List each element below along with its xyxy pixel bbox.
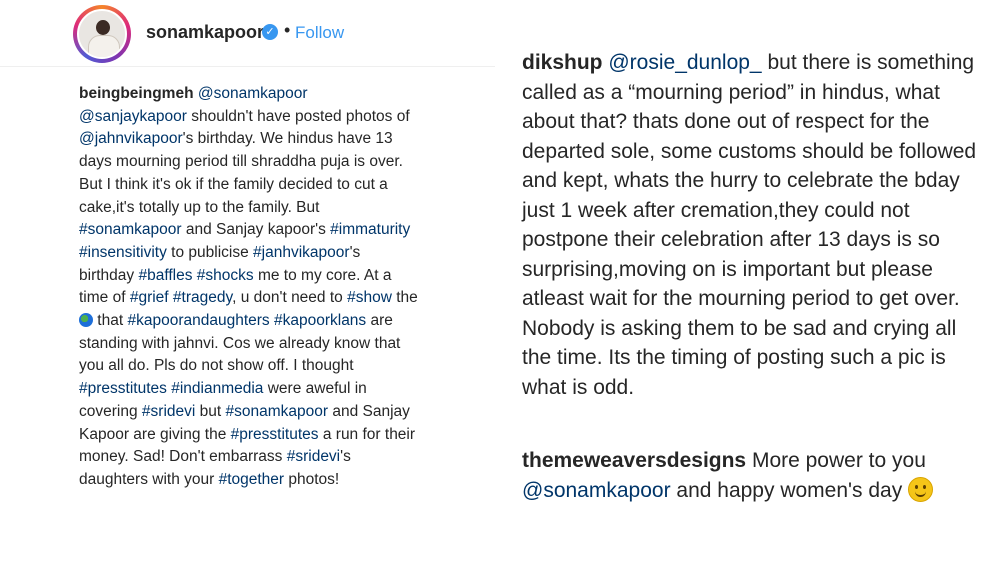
comment-username[interactable]: themeweaversdesigns [522,449,746,472]
mention-link[interactable]: @sanjaykapoor [79,108,187,125]
comment-text-segment: but there is something called as a “mour… [522,51,977,399]
comment-text-segment: , u don't need to [232,289,348,307]
hashtag-link[interactable]: #sridevi [287,448,340,465]
hashtag-link[interactable]: #baffles [138,267,192,284]
comment-text-segment: and happy women's day [670,478,909,502]
comment-dikshup: dikshup @rosie_dunlop_ but there is some… [522,48,987,402]
verified-badge-icon: ✓ [262,24,278,40]
hashtag-link[interactable]: #presstitutes [79,380,167,397]
separator-dot: • [284,20,291,40]
hashtag-link[interactable]: #show [347,289,392,306]
hashtag-link[interactable]: #presstitutes [231,426,319,443]
post-header: sonamkapoor ✓ • Follow [0,0,495,67]
comment-text: @sonamkapoor @sanjaykapoor shouldn't hav… [79,85,418,488]
panel-divider [500,0,503,565]
hashtag-link[interactable]: #sonamkapoor [79,221,182,238]
hashtag-link[interactable]: #immaturity [330,221,410,238]
hashtag-link[interactable]: #kapoorandaughters [127,312,269,329]
mention-link[interactable]: @rosie_dunlop_ [608,51,761,74]
mention-link[interactable]: @sonamkapoor [198,85,308,102]
globe-emoji-icon [79,313,93,328]
hashtag-link[interactable]: #janhvikapoor [253,244,350,261]
hashtag-link[interactable]: #tragedy [173,289,232,306]
hashtag-link[interactable]: #shocks [197,267,254,284]
avatar[interactable] [73,5,131,63]
hashtag-link[interactable]: #kapoorklans [274,312,366,329]
hashtag-link[interactable]: #indianmedia [171,380,263,397]
avatar-head [96,20,110,35]
hashtag-link[interactable]: #insensitivity [79,244,167,261]
comment-text-segment: to publicise [166,243,254,261]
comment-text-segment: but [195,402,226,420]
comment-beingbeingmeh: beingbeingmeh @sonamkapoor @sanjaykapoor… [79,83,419,492]
post-username[interactable]: sonamkapoor [146,22,264,43]
mention-link[interactable]: @jahnvikapoor [79,130,183,147]
hashtag-link[interactable]: #sonamkapoor [226,403,329,420]
right-panel: dikshup @rosie_dunlop_ but there is some… [505,0,1000,565]
follow-button[interactable]: Follow [295,23,344,43]
smiling-face-emoji-icon [908,476,934,502]
comment-text-segment: that [93,312,128,330]
avatar-body [88,35,120,57]
comment-text-segment: shouldn't have posted photos of [186,107,410,125]
comment-text-segment: the [391,289,418,307]
comment-text-segment: photos! [284,470,340,488]
comment-text: @rosie_dunlop_ but there is something ca… [522,51,976,399]
hashtag-link[interactable]: #grief [130,289,169,306]
avatar-image [77,9,127,59]
hashtag-link[interactable]: #sridevi [142,403,195,420]
comment-username[interactable]: beingbeingmeh [79,85,194,102]
comment-text-segment: and Sanjay kapoor's [181,221,331,239]
comment-themeweaversdesigns: themeweaversdesigns More power to you @s… [522,446,987,505]
mention-link[interactable]: @sonamkapoor [522,479,671,502]
comment-text-segment: More power to you [751,449,926,472]
comment-username[interactable]: dikshup [522,51,603,74]
left-panel: sonamkapoor ✓ • Follow beingbeingmeh @so… [0,0,495,565]
hashtag-link[interactable]: #together [219,471,285,488]
